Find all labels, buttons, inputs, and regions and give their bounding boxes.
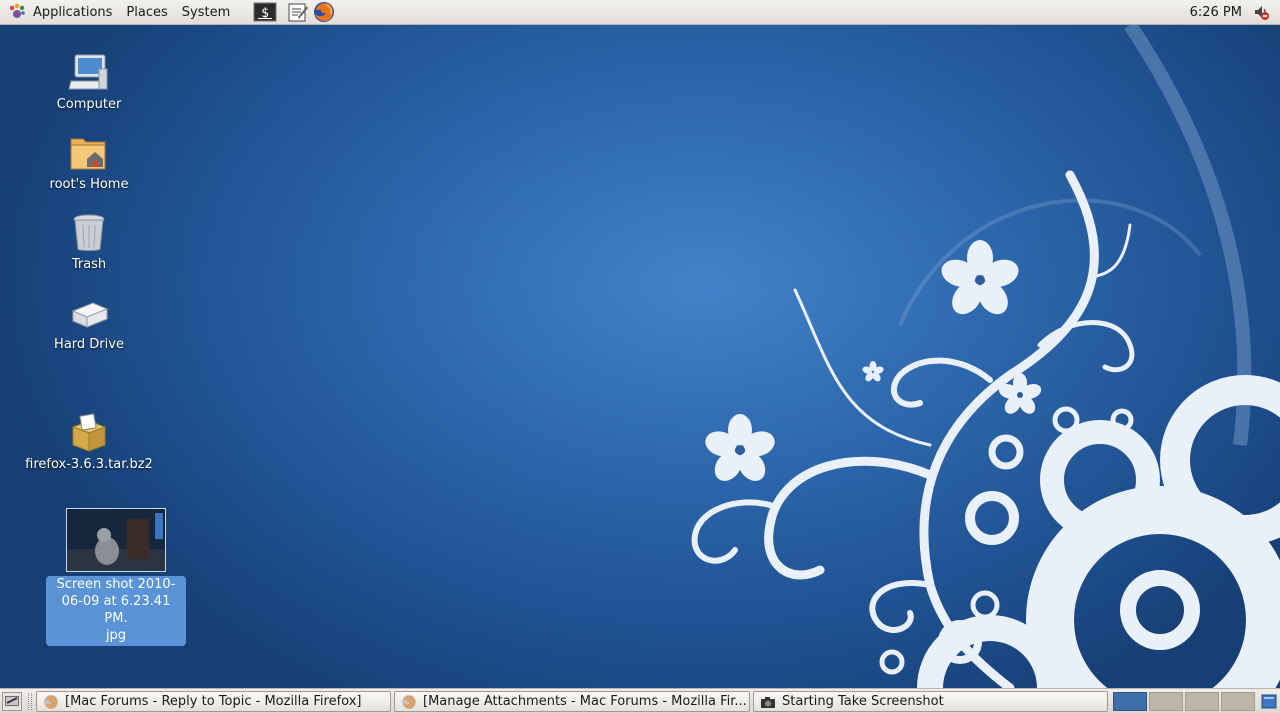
terminal-icon: $ <box>253 2 277 22</box>
top-panel: Applications Places System $ 6:26 PM <box>0 0 1280 25</box>
trash-applet[interactable] <box>1260 693 1278 710</box>
panel-handle[interactable] <box>28 693 32 710</box>
terminal-launcher[interactable]: $ <box>253 1 277 23</box>
firefox-icon <box>43 694 59 710</box>
desktop-icon-hard-drive[interactable]: Hard Drive <box>14 291 164 353</box>
task-take-screenshot[interactable]: Starting Take Screenshot <box>753 691 1108 712</box>
bottom-panel: [Mac Forums - Reply to Topic - Mozilla F… <box>0 688 1280 713</box>
volume-icon[interactable] <box>1252 3 1270 21</box>
wallpaper-swirls <box>0 25 1280 688</box>
task-firefox-reply[interactable]: [Mac Forums - Reply to Topic - Mozilla F… <box>36 691 391 712</box>
desktop[interactable]: Computer root's Home Trash Hard Drive fi… <box>0 25 1280 688</box>
firefox-icon <box>314 2 335 22</box>
text-editor-launcher[interactable] <box>287 1 309 23</box>
desktop-icon-screenshot[interactable]: Screen shot 2010- 06-09 at 6.23.41 PM. j… <box>46 508 186 646</box>
firefox-launcher[interactable] <box>313 1 335 23</box>
workspace-3[interactable] <box>1185 692 1219 711</box>
home-folder-icon <box>67 131 111 175</box>
workspace-4[interactable] <box>1221 692 1255 711</box>
text-editor-icon <box>288 3 309 22</box>
clock[interactable]: 6:26 PM <box>1190 0 1242 25</box>
show-desktop-icon <box>5 696 19 706</box>
trash-icon <box>67 211 111 255</box>
hard-drive-icon <box>67 291 111 335</box>
show-desktop-button[interactable] <box>2 692 22 711</box>
firefox-icon <box>401 694 417 710</box>
desktop-icon-computer[interactable]: Computer <box>14 51 164 113</box>
desktop-icon-trash[interactable]: Trash <box>14 211 164 273</box>
screenshot-thumbnail <box>66 508 166 572</box>
menu-places[interactable]: Places <box>119 0 174 25</box>
trash-applet-icon <box>1261 694 1277 709</box>
task-firefox-attachments[interactable]: [Manage Attachments - Mac Forums - Mozil… <box>394 691 750 712</box>
computer-icon <box>67 51 111 95</box>
desktop-icon-firefox-archive[interactable]: firefox-3.6.3.tar.bz2 <box>14 411 164 473</box>
camera-icon <box>760 694 776 710</box>
archive-icon <box>67 411 111 455</box>
workspace-2[interactable] <box>1149 692 1183 711</box>
screenshot-file-label: Screen shot 2010- 06-09 at 6.23.41 PM. j… <box>46 576 186 646</box>
gnome-foot-icon[interactable] <box>8 3 26 21</box>
menu-applications[interactable]: Applications <box>26 0 119 25</box>
workspace-1[interactable] <box>1113 692 1147 711</box>
menu-system[interactable]: System <box>175 0 237 25</box>
desktop-icon-home[interactable]: root's Home <box>14 131 164 193</box>
